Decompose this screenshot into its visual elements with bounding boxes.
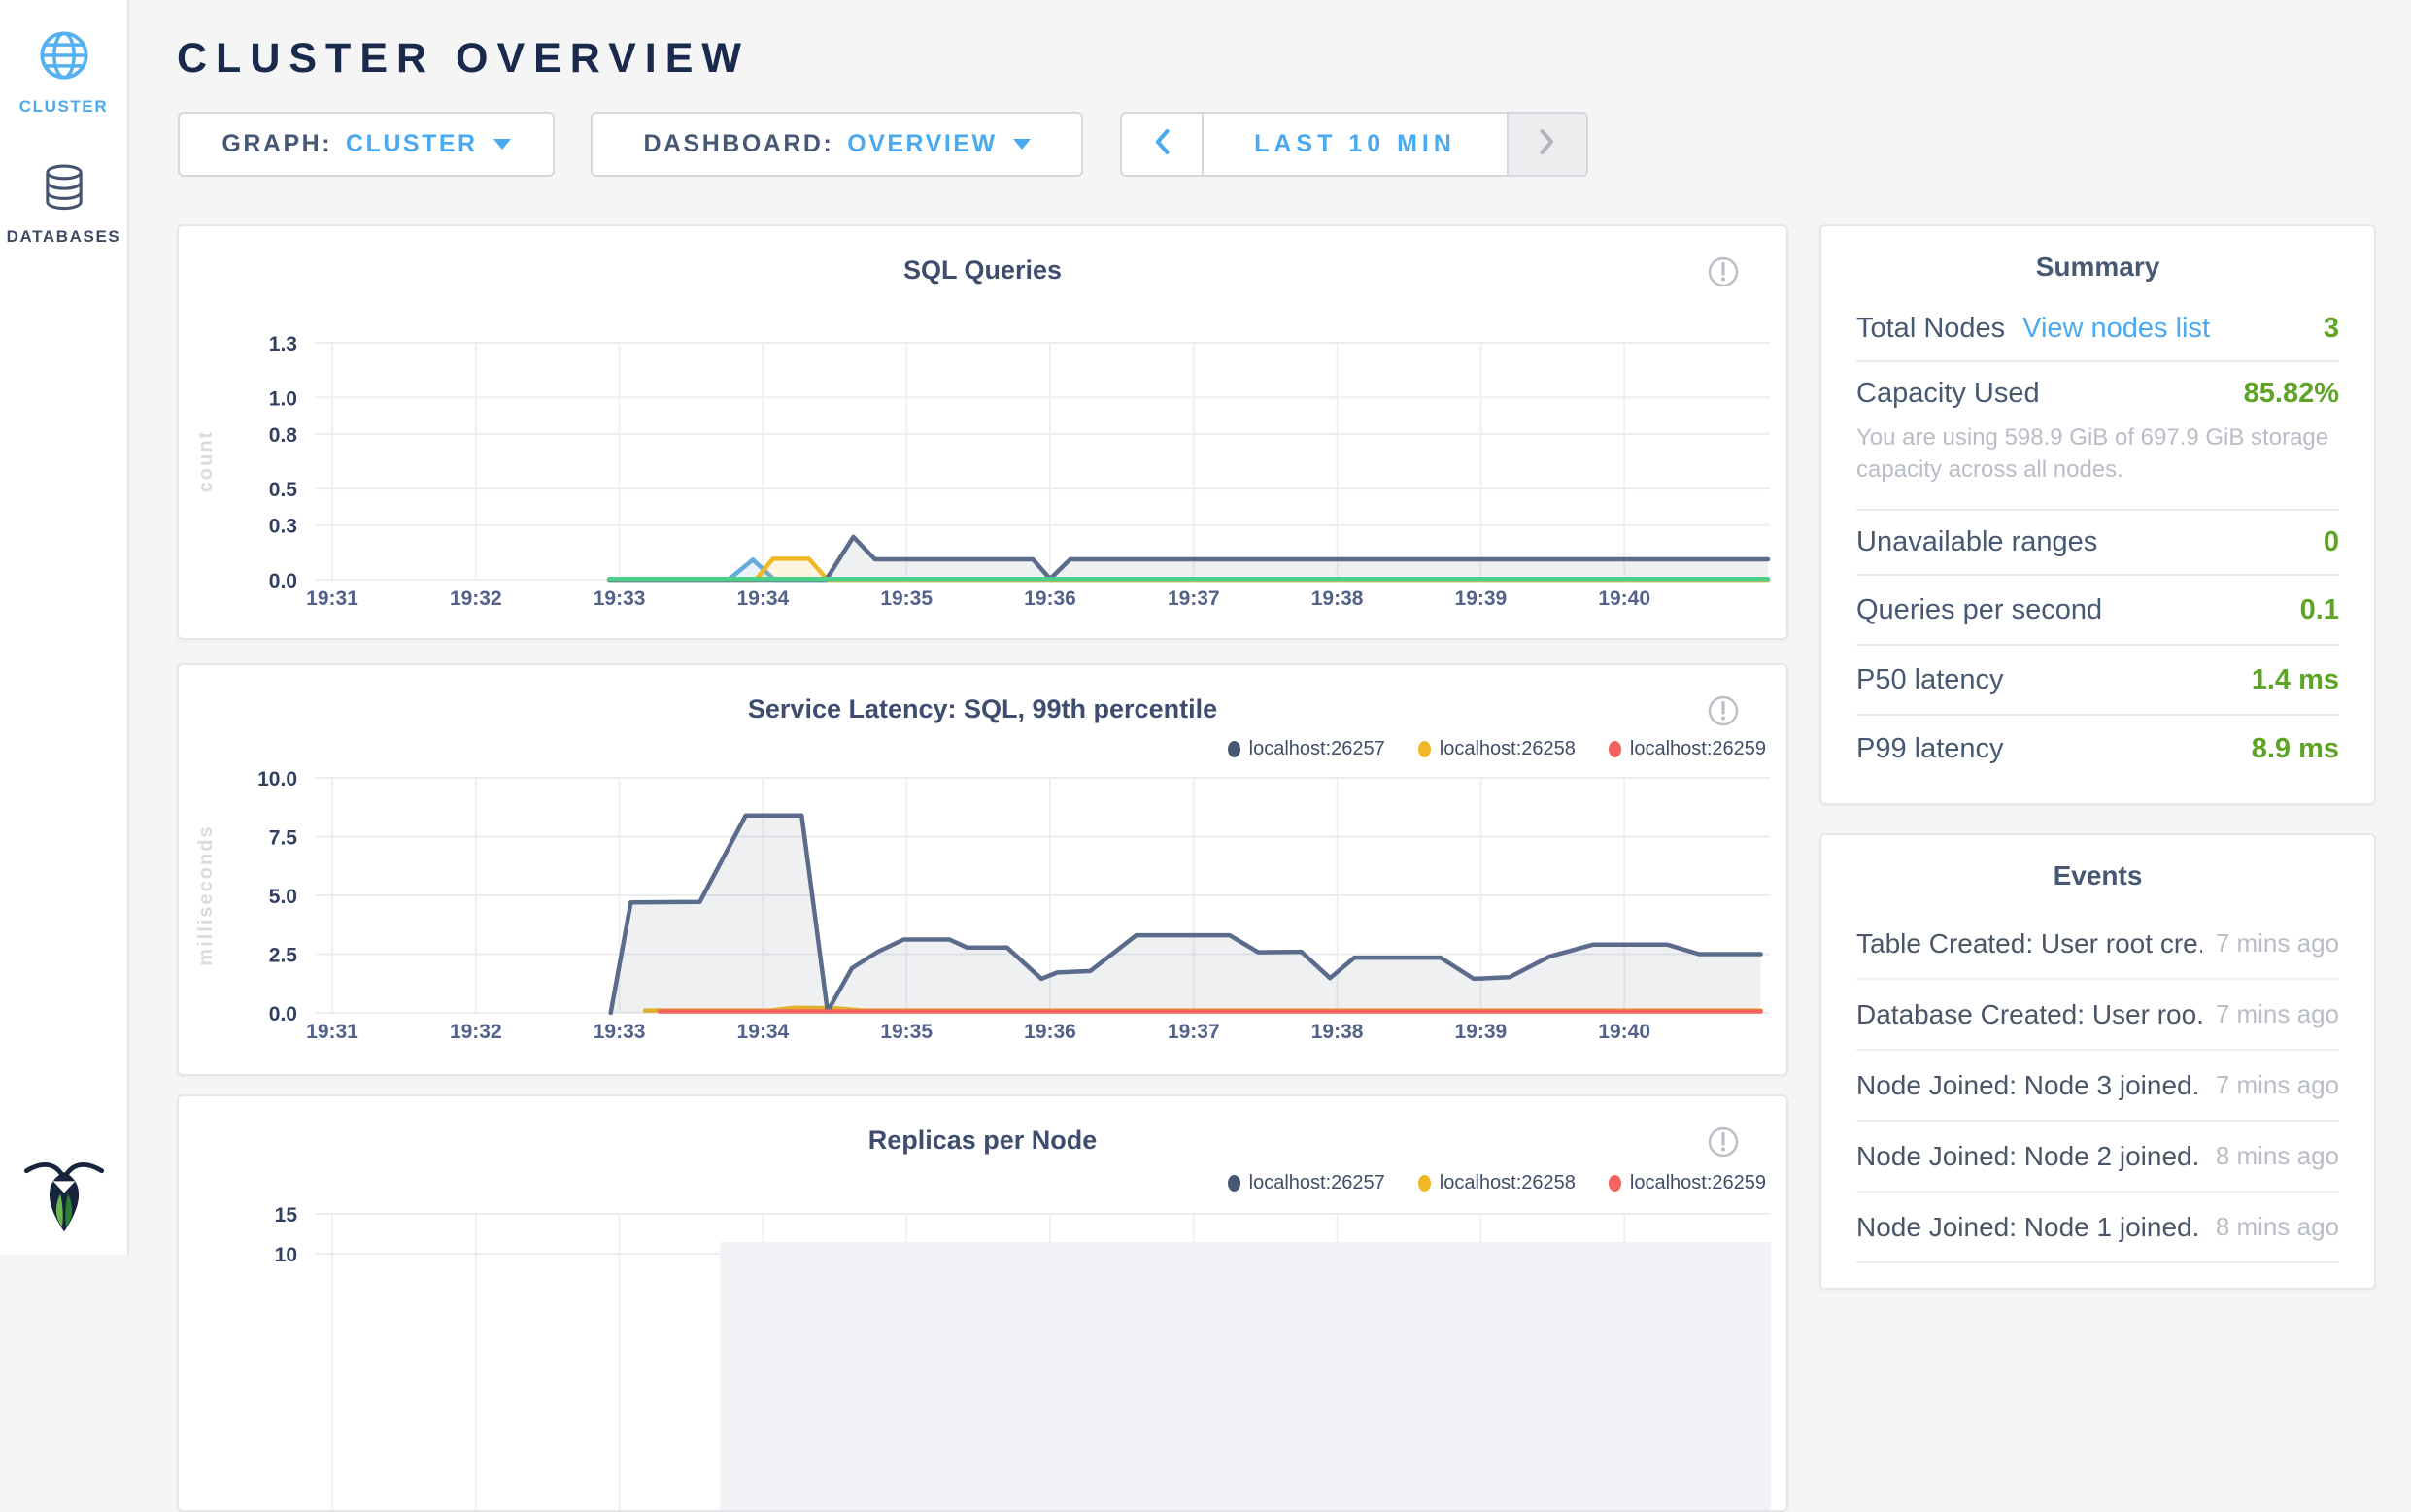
sidebar-item-label: DATABASES xyxy=(0,227,127,247)
summary-row-unavailable: Unavailable ranges 0 xyxy=(1856,511,2339,576)
svg-text:19:36: 19:36 xyxy=(1024,588,1076,610)
svg-text:0.3: 0.3 xyxy=(269,516,297,538)
svg-text:19:34: 19:34 xyxy=(737,588,790,610)
svg-text:15: 15 xyxy=(275,1204,298,1226)
sidebar-item-databases[interactable]: DATABASES xyxy=(0,163,127,247)
service-latency-chart-card: Service Latency: SQL, 99th percentile lo… xyxy=(177,663,1788,1076)
summary-row-capacity: Capacity Used 85.82% You are using 598.9… xyxy=(1856,362,2339,511)
replicas-chart-card: Replicas per Node localhost:26257localho… xyxy=(177,1094,1788,1512)
svg-text:19:33: 19:33 xyxy=(594,588,646,610)
chevron-down-icon xyxy=(493,139,511,150)
dashboard-dropdown-label: DASHBOARD: xyxy=(643,130,833,158)
time-range-value[interactable]: LAST 10 MIN xyxy=(1204,114,1507,175)
next-range-button[interactable] xyxy=(1507,114,1586,175)
database-icon xyxy=(39,201,89,218)
chart-canvas: 1510 xyxy=(179,1096,1786,1510)
capacity-caption: You are using 598.9 GiB of 697.9 GiB sto… xyxy=(1856,421,2339,486)
svg-text:19:38: 19:38 xyxy=(1311,1021,1364,1043)
chart-canvas: 19:31 19:32 19:33 19:34 19:35 19:36 19:37 19:38… xyxy=(179,226,1786,638)
svg-text:7.5: 7.5 xyxy=(269,827,298,850)
chevron-left-icon xyxy=(1151,127,1172,161)
chevron-right-icon xyxy=(1537,127,1558,161)
capacity-value: 85.82% xyxy=(2244,378,2339,410)
sql-queries-chart-card: SQL Queries 19:3119:3219:3319:3419:3519:… xyxy=(177,224,1788,640)
svg-text:5.0: 5.0 xyxy=(269,886,297,908)
svg-text:19:38: 19:38 xyxy=(1311,588,1364,610)
svg-text:1.0: 1.0 xyxy=(269,387,297,410)
qps-label: Queries per second xyxy=(1856,594,2102,626)
graph-dropdown-value: CLUSTER xyxy=(346,130,478,158)
svg-text:19:37: 19:37 xyxy=(1168,588,1220,610)
svg-text:19:36: 19:36 xyxy=(1024,1021,1076,1043)
cockroachdb-logo[interactable] xyxy=(0,1157,127,1239)
prev-range-button[interactable] xyxy=(1122,114,1204,175)
svg-text:19:35: 19:35 xyxy=(880,588,933,610)
unavailable-label: Unavailable ranges xyxy=(1856,526,2097,558)
p99-value: 8.9 ms xyxy=(2252,733,2339,765)
sidebar-item-cluster[interactable]: CLUSTER xyxy=(0,27,127,117)
graph-dropdown[interactable]: GRAPH: CLUSTER xyxy=(178,112,555,177)
dashboard-dropdown[interactable]: DASHBOARD: OVERVIEW xyxy=(591,112,1083,177)
svg-text:19:40: 19:40 xyxy=(1598,1021,1650,1043)
summary-row-p50: P50 latency 1.4 ms xyxy=(1856,646,2339,716)
event-row[interactable]: Node Joined: Node 2 joined... 8 mins ago xyxy=(1856,1122,2339,1193)
svg-text:19:32: 19:32 xyxy=(450,1021,502,1043)
chevron-down-icon xyxy=(1013,139,1031,150)
qps-value: 0.1 xyxy=(2300,594,2339,626)
summary-row-total-nodes: Total Nodes View nodes list 3 xyxy=(1856,296,2339,362)
summary-panel: Summary Total Nodes View nodes list 3 Ca… xyxy=(1819,224,2376,805)
svg-text:19:37: 19:37 xyxy=(1168,1021,1220,1043)
unavailable-value: 0 xyxy=(2324,526,2339,558)
svg-text:0.0: 0.0 xyxy=(269,1003,297,1025)
svg-text:19:34: 19:34 xyxy=(737,1021,790,1043)
sidebar-item-label: CLUSTER xyxy=(0,97,127,117)
chart-canvas: 19:31 19:32 19:33 19:34 19:35 19:36 19:37 19:38… xyxy=(179,665,1786,1074)
svg-text:19:40: 19:40 xyxy=(1598,588,1650,610)
total-nodes-label: Total Nodes xyxy=(1856,313,2005,345)
globe-icon xyxy=(36,71,92,87)
svg-text:10.0: 10.0 xyxy=(257,768,297,790)
svg-text:milliseconds: milliseconds xyxy=(195,824,217,965)
events-title: Events xyxy=(1821,835,2374,891)
p99-label: P99 latency xyxy=(1856,733,2004,765)
graph-dropdown-label: GRAPH: xyxy=(221,130,332,158)
sidebar: CLUSTER DATABASES xyxy=(0,0,129,1255)
svg-text:2.5: 2.5 xyxy=(269,945,298,967)
total-nodes-value: 3 xyxy=(2324,313,2339,345)
svg-text:count: count xyxy=(195,430,217,492)
svg-text:0.0: 0.0 xyxy=(269,570,297,592)
event-row[interactable]: Node Joined: Node 3 joined... 7 mins ago xyxy=(1856,1051,2339,1122)
summary-row-qps: Queries per second 0.1 xyxy=(1856,576,2339,646)
event-row[interactable]: Node Joined: Node 1 joined... 8 mins ago xyxy=(1856,1193,2339,1263)
summary-row-p99: P99 latency 8.9 ms xyxy=(1856,716,2339,782)
svg-text:19:39: 19:39 xyxy=(1455,588,1508,610)
capacity-label: Capacity Used xyxy=(1856,378,2040,410)
svg-text:0.8: 0.8 xyxy=(269,424,298,447)
event-row[interactable]: Table Created: User root cre... 7 mins a… xyxy=(1856,909,2339,980)
svg-text:0.5: 0.5 xyxy=(269,479,298,501)
svg-text:19:39: 19:39 xyxy=(1455,1021,1508,1043)
svg-text:19:31: 19:31 xyxy=(306,1021,358,1043)
svg-text:10: 10 xyxy=(275,1244,297,1266)
svg-text:19:33: 19:33 xyxy=(594,1021,646,1043)
svg-text:19:31: 19:31 xyxy=(306,588,358,610)
time-range-selector: LAST 10 MIN xyxy=(1120,112,1588,177)
event-row[interactable]: Database Created: User roo... 7 mins ago xyxy=(1856,980,2339,1051)
svg-text:19:32: 19:32 xyxy=(450,588,502,610)
p50-value: 1.4 ms xyxy=(2252,664,2339,696)
events-panel: Events Table Created: User root cre... 7… xyxy=(1819,833,2376,1290)
p50-label: P50 latency xyxy=(1856,664,2004,696)
svg-text:19:35: 19:35 xyxy=(880,1021,933,1043)
dashboard-dropdown-value: OVERVIEW xyxy=(847,130,997,158)
page-title: CLUSTER OVERVIEW xyxy=(177,35,750,83)
svg-text:1.3: 1.3 xyxy=(269,333,297,355)
summary-title: Summary xyxy=(1821,226,2374,283)
events-list: Table Created: User root cre... 7 mins a… xyxy=(1821,909,2374,1263)
view-nodes-list-link[interactable]: View nodes list xyxy=(2022,313,2210,345)
